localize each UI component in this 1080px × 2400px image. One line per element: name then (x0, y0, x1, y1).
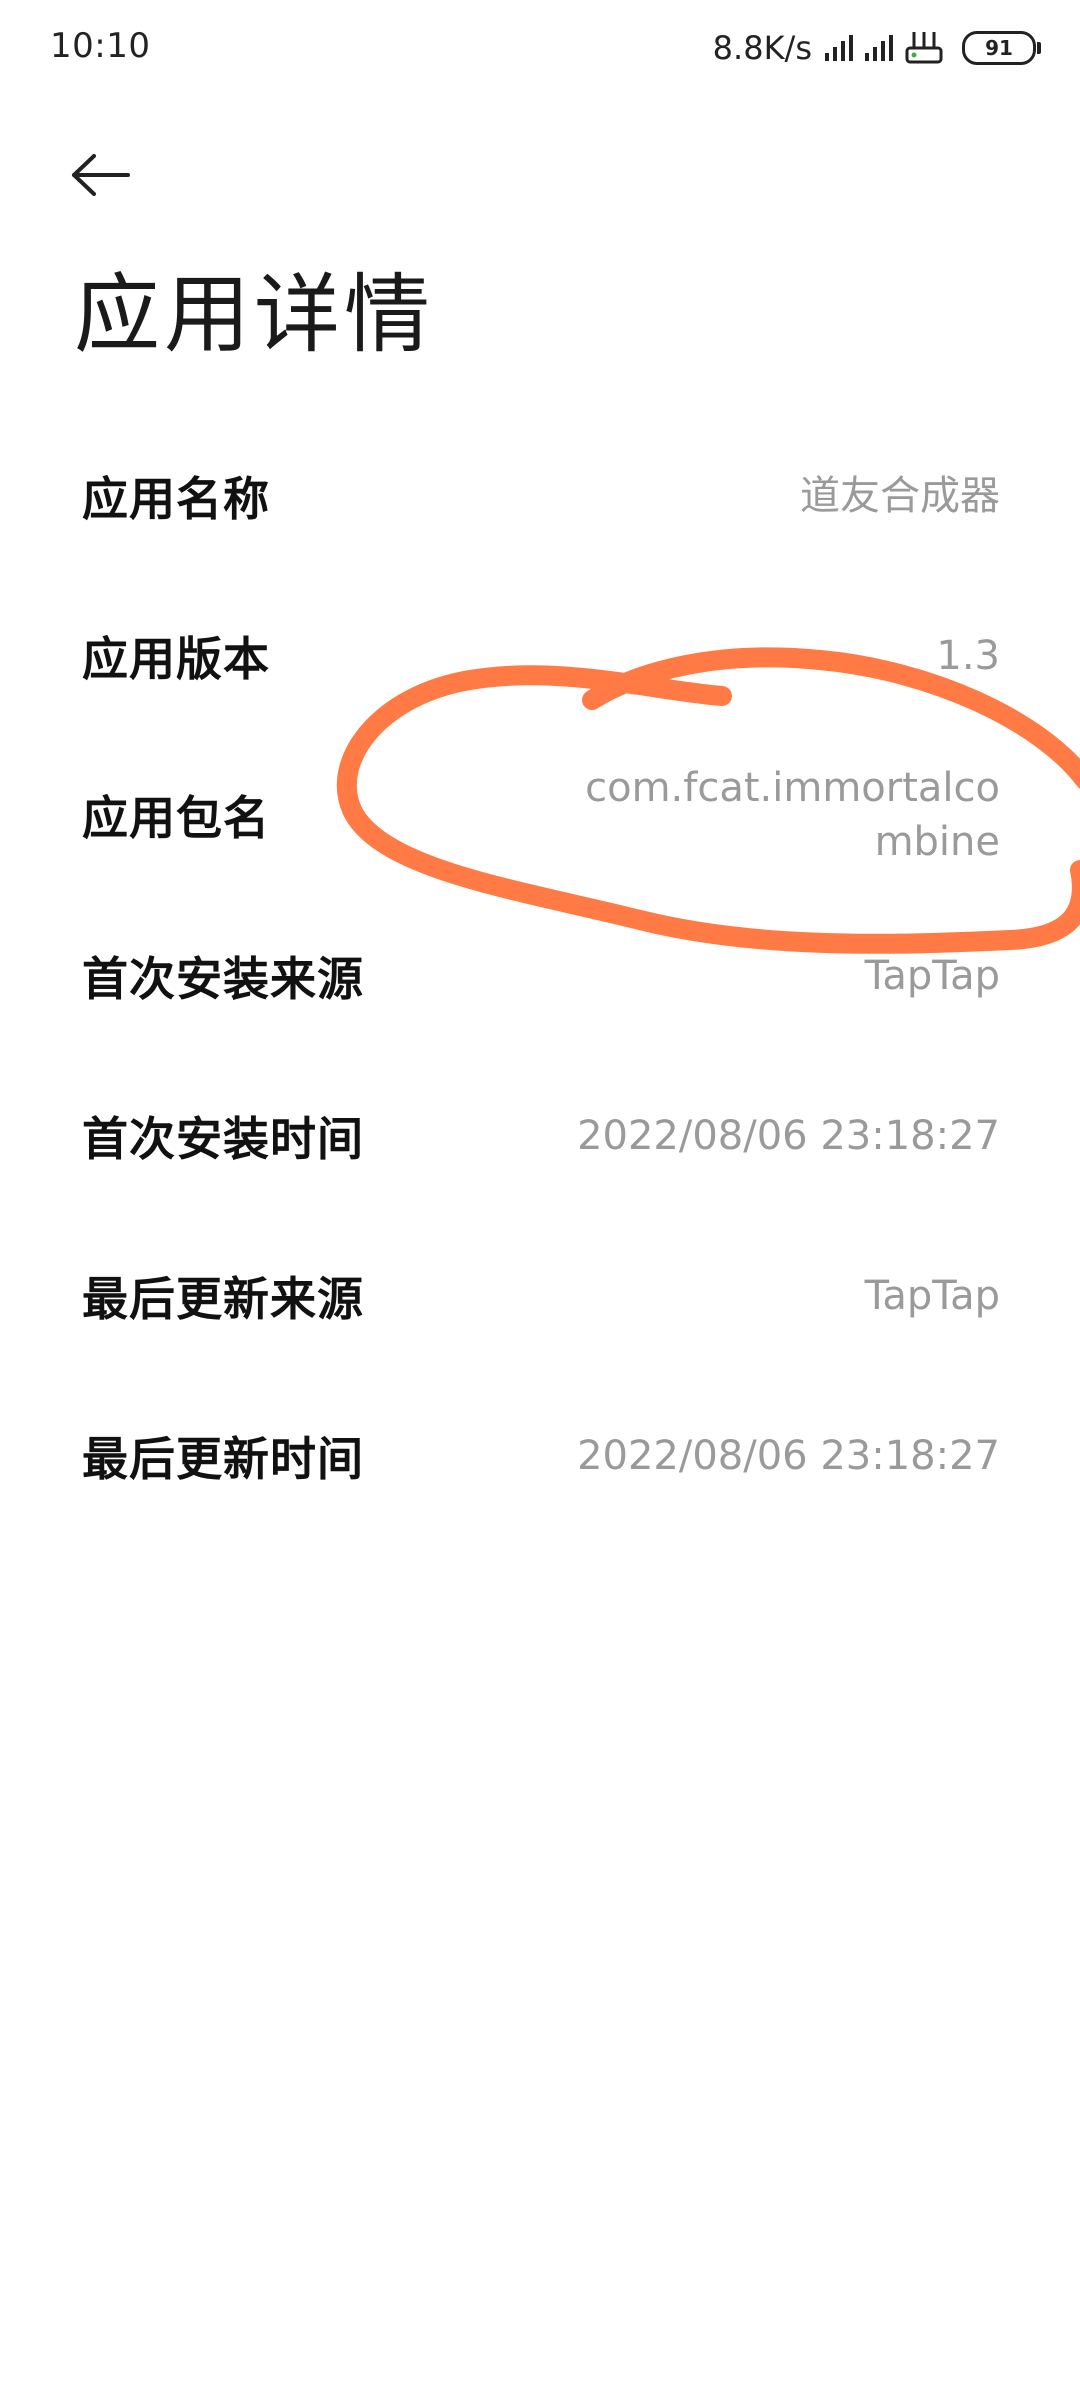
status-bar: 10:10 8.8K/s 91 (0, 0, 1080, 96)
detail-label: 应用名称 (82, 472, 270, 526)
status-indicators: 8.8K/s 91 (712, 22, 1041, 74)
detail-label: 首次安装来源 (82, 952, 364, 1006)
page-title: 应用详情 (74, 265, 434, 365)
detail-row-package-name: 应用包名 com.fcat.immortalcombine (82, 760, 1000, 870)
arrow-left-icon (72, 154, 130, 196)
detail-row-update-time: 最后更新时间 2022/08/06 23:18:27 (82, 1421, 1000, 1491)
network-speed: 8.8K/s (712, 29, 812, 67)
back-button[interactable] (70, 140, 150, 210)
status-time: 10:10 (50, 26, 151, 66)
signal-icon-2 (864, 33, 896, 63)
hotspot-icon (904, 30, 944, 66)
detail-label: 最后更新时间 (82, 1432, 364, 1486)
detail-value: TapTap (864, 953, 1000, 999)
battery-level: 91 (985, 36, 1013, 60)
detail-row-app-version: 应用版本 1.3 (82, 621, 1000, 691)
detail-row-install-source: 首次安装来源 TapTap (82, 941, 1000, 1011)
detail-row-install-time: 首次安装时间 2022/08/06 23:18:27 (82, 1101, 1000, 1171)
detail-value: 2022/08/06 23:18:27 (577, 1113, 1000, 1159)
detail-label: 首次安装时间 (82, 1112, 364, 1166)
detail-value: TapTap (864, 1273, 1000, 1319)
detail-label: 应用版本 (82, 632, 270, 686)
signal-icon (824, 33, 856, 63)
detail-label: 最后更新来源 (82, 1272, 364, 1326)
detail-label: 应用包名 (82, 791, 270, 845)
detail-value: 道友合成器 (800, 473, 1000, 519)
detail-row-update-source: 最后更新来源 TapTap (82, 1261, 1000, 1331)
detail-value: 1.3 (936, 633, 1000, 679)
battery-icon: 91 (962, 31, 1041, 65)
detail-value: com.fcat.immortalcombine (585, 765, 1000, 865)
detail-value: 2022/08/06 23:18:27 (577, 1433, 1000, 1479)
detail-row-app-name: 应用名称 道友合成器 (82, 461, 1000, 531)
